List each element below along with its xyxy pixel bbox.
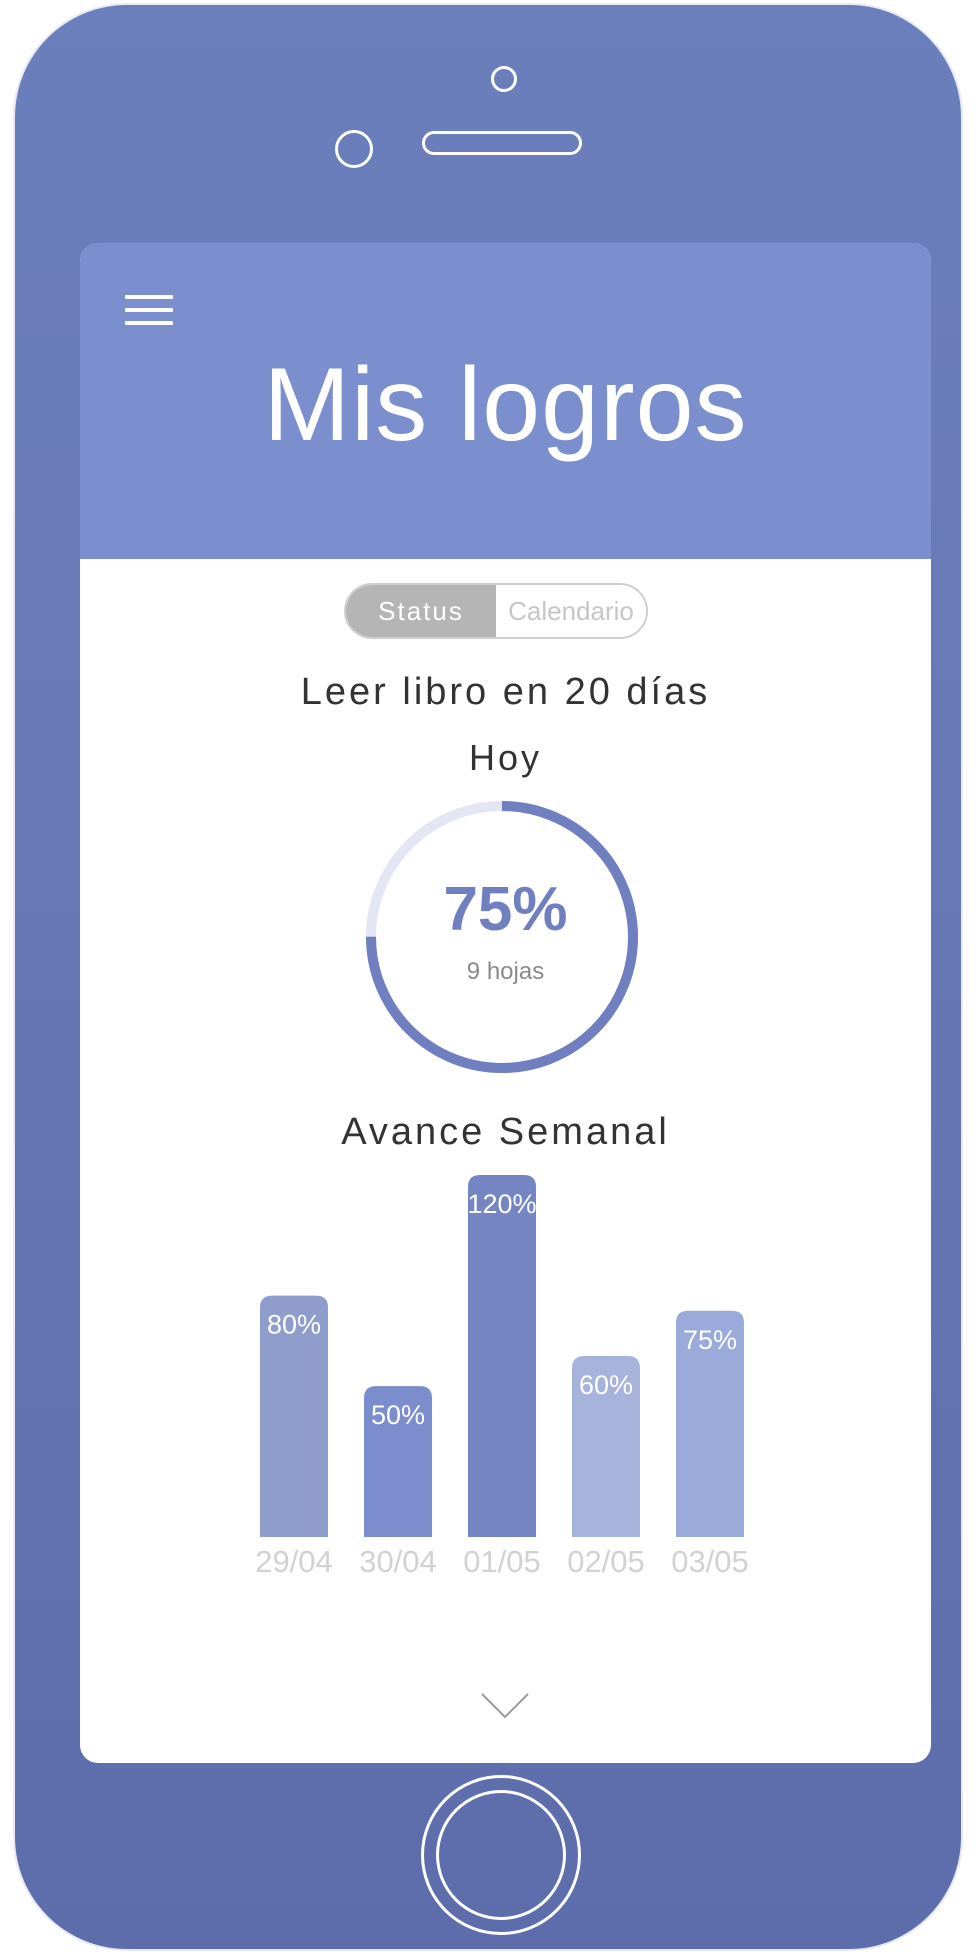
bar-2 (468, 1175, 536, 1537)
chevron-down-icon[interactable] (480, 1691, 530, 1721)
tab-calendario[interactable]: Calendario (496, 585, 646, 637)
tab-status[interactable]: Status (346, 585, 496, 637)
app-header: Mis logros (80, 243, 931, 559)
camera-icon (491, 66, 517, 92)
x-tick-label: 02/05 (567, 1544, 645, 1579)
x-tick-label: 01/05 (463, 1544, 541, 1579)
view-toggle: Status Calendario (344, 583, 648, 639)
goal-title: Leer libro en 20 días (300, 671, 711, 713)
bar-value-label: 120% (467, 1189, 536, 1219)
x-tick-label: 30/04 (359, 1544, 437, 1579)
progress-value: 75% (443, 875, 568, 944)
today-label: Hoy (468, 737, 543, 778)
home-button-ring (436, 1790, 566, 1920)
front-sensor-icon (335, 130, 373, 168)
x-tick-label: 03/05 (671, 1544, 749, 1579)
bar-value-label: 80% (267, 1310, 321, 1340)
bar-value-label: 60% (579, 1370, 633, 1400)
page-title: Mis logros (263, 347, 748, 463)
weekly-title: Avance Semanal (341, 1111, 670, 1153)
hamburger-menu-icon[interactable] (125, 295, 173, 325)
bar-value-label: 75% (683, 1325, 737, 1355)
bar-value-label: 50% (371, 1400, 425, 1430)
app-screen: Mis logros Status Calendario Leer libro … (80, 243, 931, 1763)
speaker-icon (422, 131, 582, 155)
weekly-bar-chart: 80% 29/04 50% 30/04 120% 01/05 60% 02/05 75% 03/0… (255, 1175, 749, 1579)
phone-device: Mis logros Status Calendario Leer libro … (15, 5, 961, 1949)
home-button[interactable] (421, 1775, 581, 1935)
progress-pages: 9 hojas (466, 958, 545, 985)
x-tick-label: 29/04 (255, 1544, 333, 1579)
